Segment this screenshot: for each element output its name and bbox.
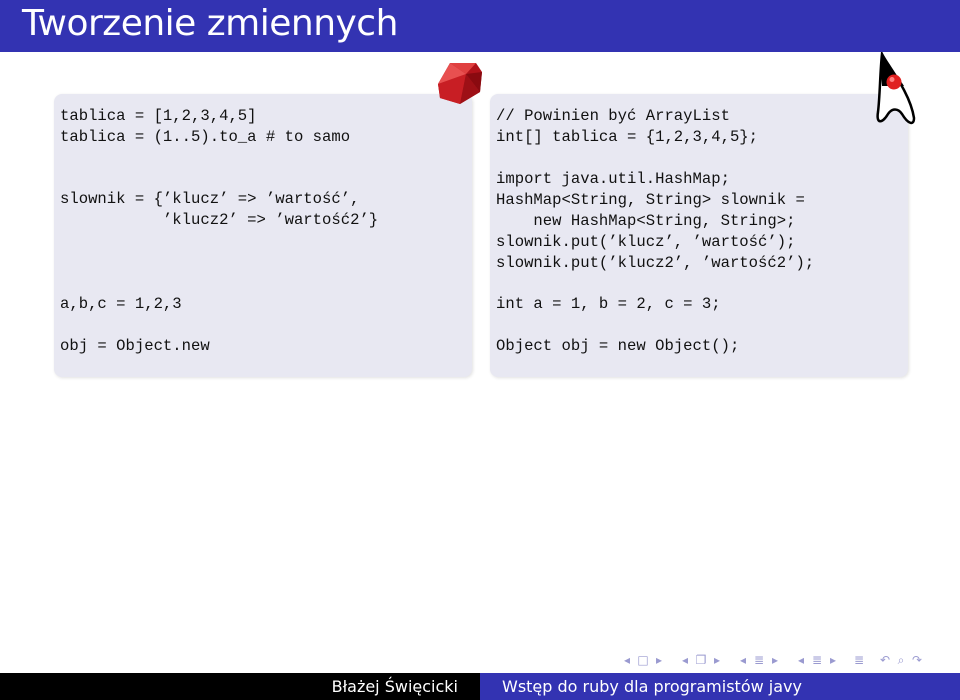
code-line: new HashMap<String, String>; <box>496 212 796 230</box>
code-line: import java.util.HashMap; <box>496 170 730 188</box>
code-line: obj = Object.new <box>60 337 210 355</box>
code-line: slownik = {’klucz’ => ’wartość’, <box>60 190 360 208</box>
footer: Błażej Święcicki Wstęp do ruby dla progr… <box>0 673 960 700</box>
nav-section-icon[interactable]: ≣ <box>810 653 824 667</box>
nav-next-slide-icon[interactable]: ▸ <box>652 653 666 667</box>
code-line: HashMap<String, String> slownik = <box>496 191 805 209</box>
code-line: Object obj = new Object(); <box>496 337 740 355</box>
slide-title: Tworzenie zmiennych <box>22 3 398 44</box>
ruby-logo-icon <box>438 63 482 104</box>
java-code-block: // Powinien być ArrayList int[] tablica … <box>490 94 908 377</box>
ruby-code-block: tablica = [1,2,3,4,5] tablica = (1..5).t… <box>54 94 472 377</box>
footer-talk-title: Wstęp do ruby dla programistów javy <box>480 673 960 700</box>
nav-forward-icon[interactable]: ↷ <box>910 653 924 667</box>
title-bar: Tworzenie zmiennych <box>0 0 960 52</box>
beamer-navigation: ◂ □ ▸ ◂ ❐ ▸ ◂ ≣ ▸ ◂ ≣ ▸ ≣ ↶ ⌕ ↷ <box>620 650 924 670</box>
nav-prev-slide-icon[interactable]: ◂ <box>620 653 634 667</box>
nav-frame-icon[interactable]: ❐ <box>694 653 708 667</box>
code-line: slownik.put(’klucz’, ’wartość’); <box>496 233 796 251</box>
footer-author: Błażej Święcicki <box>0 673 480 700</box>
java-duke-icon <box>876 52 916 125</box>
nav-back-icon[interactable]: ↶ <box>878 653 892 667</box>
code-line: tablica = [1,2,3,4,5] <box>60 107 257 125</box>
nav-prev-subsection-icon[interactable]: ◂ <box>736 653 750 667</box>
code-line: tablica = (1..5).to_a # to samo <box>60 128 351 146</box>
nav-next-section-icon[interactable]: ▸ <box>826 653 840 667</box>
nav-next-frame-icon[interactable]: ▸ <box>710 653 724 667</box>
nav-prev-section-icon[interactable]: ◂ <box>794 653 808 667</box>
code-line: int a = 1, b = 2, c = 3; <box>496 295 721 313</box>
nav-document-icon[interactable]: ≣ <box>852 653 866 667</box>
nav-prev-frame-icon[interactable]: ◂ <box>678 653 692 667</box>
code-line: ’klucz2’ => ’wartość2’} <box>60 211 379 229</box>
code-line: a,b,c = 1,2,3 <box>60 295 182 313</box>
code-line: slownik.put(’klucz2’, ’wartość2’); <box>496 254 815 272</box>
nav-slide-icon[interactable]: □ <box>636 653 650 667</box>
nav-search-icon[interactable]: ⌕ <box>894 653 908 667</box>
nav-next-subsection-icon[interactable]: ▸ <box>768 653 782 667</box>
code-line: int[] tablica = {1,2,3,4,5}; <box>496 128 759 146</box>
code-line: // Powinien być ArrayList <box>496 107 730 125</box>
nav-subsection-icon[interactable]: ≣ <box>752 653 766 667</box>
